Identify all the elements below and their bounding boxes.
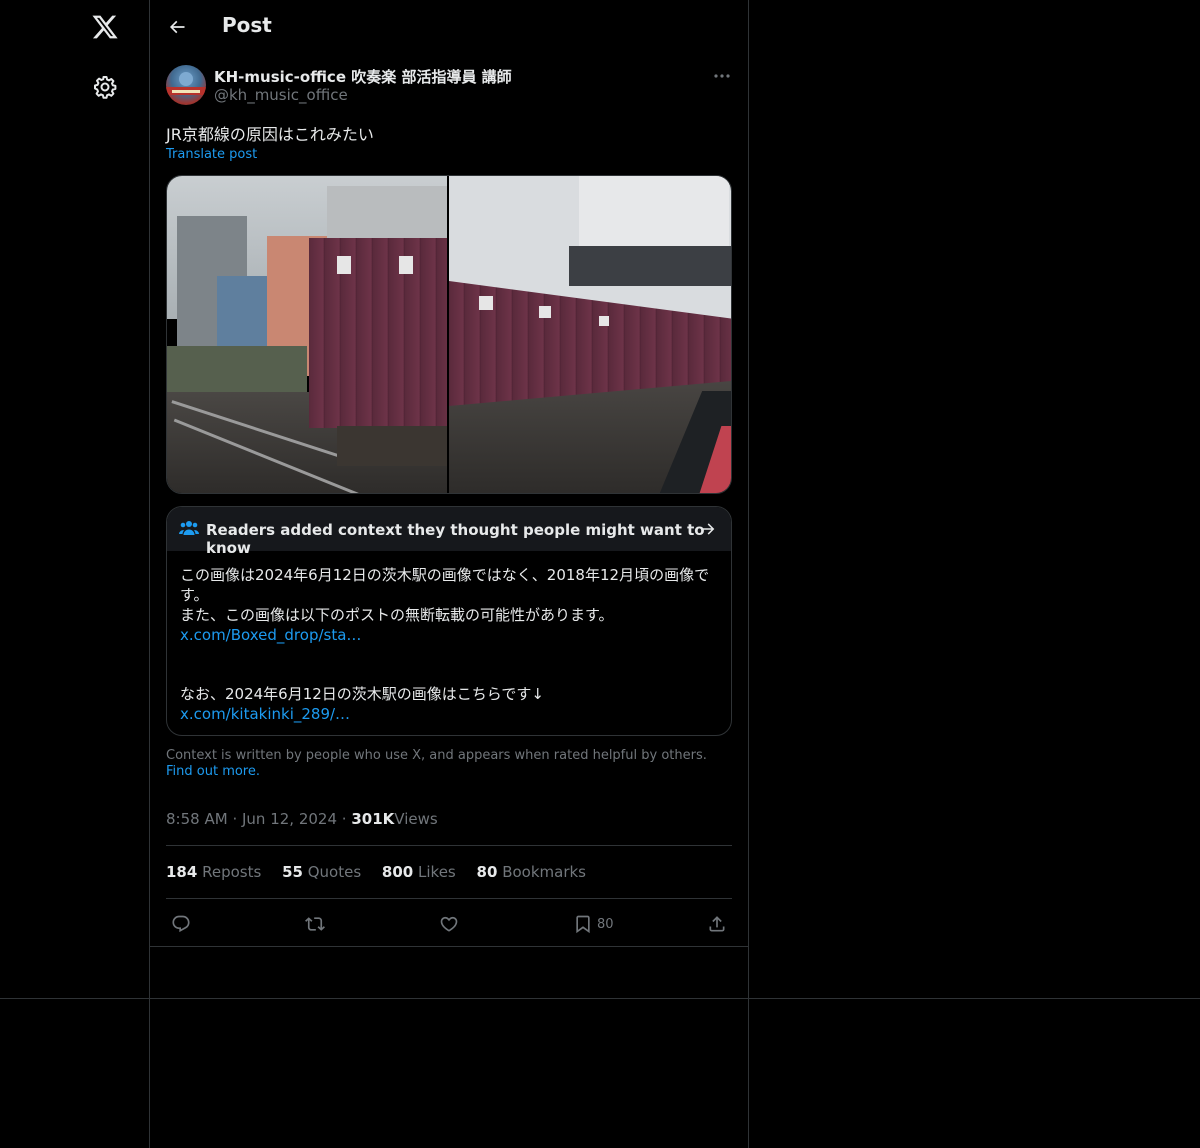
views-label: Views (394, 810, 438, 828)
meta-separator: · (232, 810, 238, 828)
post-header: Post (150, 0, 748, 54)
engagement-stats: 184 Reposts 55 Quotes 800 Likes 80 Bookm… (166, 863, 602, 881)
note-text-line: なお、2024年6月12日の茨木駅の画像はこちらです↓ (180, 685, 544, 703)
post-text: JR京都線の原因はこれみたい (166, 125, 374, 144)
like-icon (440, 916, 458, 932)
divider (166, 845, 732, 846)
note-text-line: この画像は2024年6月12日の茨木駅の画像ではなく、2018年12月頃の画像で (180, 566, 710, 584)
views-count: 301K (351, 810, 395, 828)
post-date[interactable]: Jun 12, 2024 (242, 810, 337, 828)
community-note: Readers added context they thought peopl… (166, 506, 732, 736)
translate-link[interactable]: Translate post (166, 147, 257, 162)
action-bar: 80 (166, 906, 732, 942)
photo-left[interactable] (167, 176, 449, 493)
x-logo-icon[interactable] (91, 13, 119, 41)
community-notes-icon (179, 521, 199, 535)
divider (166, 898, 732, 899)
note-source-link[interactable]: x.com/Boxed_drop/sta… (180, 625, 710, 645)
bookmark-button[interactable]: 80 (573, 913, 614, 935)
more-icon[interactable] (712, 66, 732, 86)
author-handle[interactable]: @kh_music_office (214, 86, 348, 104)
photo-right[interactable] (449, 176, 731, 493)
note-text-line: また、この画像は以下のポストの無断転載の可能性があります。 (180, 606, 614, 624)
back-arrow-icon[interactable] (167, 17, 187, 37)
community-note-header[interactable]: Readers added context they thought peopl… (167, 507, 731, 557)
author-name[interactable]: KH-music-office 吹奏楽 部活指導員 講師 (214, 66, 512, 87)
repost-icon (305, 917, 325, 931)
post-media[interactable] (166, 175, 732, 494)
share-icon (709, 916, 725, 932)
meta-separator: · (341, 810, 347, 828)
community-note-body: この画像は2024年6月12日の茨木駅の画像ではなく、2018年12月頃の画像で… (180, 565, 710, 724)
section-divider (0, 998, 1200, 999)
note-text-line: す。 (180, 586, 209, 604)
quotes-stat[interactable]: 55 Quotes (282, 863, 361, 881)
post-column: Post KH-music-office 吹奏楽 部活指導員 講師 @kh_mu… (150, 0, 749, 947)
avatar[interactable] (166, 65, 206, 105)
post-metadata: 8:58 AM · Jun 12, 2024 · 301KViews (166, 810, 438, 828)
repost-button[interactable] (305, 913, 325, 935)
column-border (748, 947, 749, 1148)
gear-icon[interactable] (93, 75, 117, 99)
arrow-right-icon[interactable] (699, 520, 717, 538)
find-out-more-link[interactable]: Find out more. (166, 764, 260, 779)
bookmark-icon (576, 915, 590, 934)
bookmarks-stat[interactable]: 80 Bookmarks (477, 863, 586, 881)
page-title: Post (222, 13, 272, 37)
bookmark-count: 80 (597, 916, 614, 932)
share-button[interactable] (707, 913, 727, 935)
reply-button[interactable] (171, 913, 191, 935)
note-source-link[interactable]: x.com/kitakinki_289/… (180, 704, 710, 724)
community-note-title: Readers added context they thought peopl… (206, 521, 705, 557)
like-button[interactable] (439, 913, 459, 935)
post-time[interactable]: 8:58 AM (166, 810, 228, 828)
left-nav (0, 0, 150, 1148)
reposts-stat[interactable]: 184 Reposts (166, 863, 261, 881)
note-disclaimer-text: Context is written by people who use X, … (166, 748, 707, 763)
note-disclaimer: Context is written by people who use X, … (166, 748, 732, 780)
likes-stat[interactable]: 800 Likes (382, 863, 456, 881)
reply-icon (172, 915, 190, 933)
